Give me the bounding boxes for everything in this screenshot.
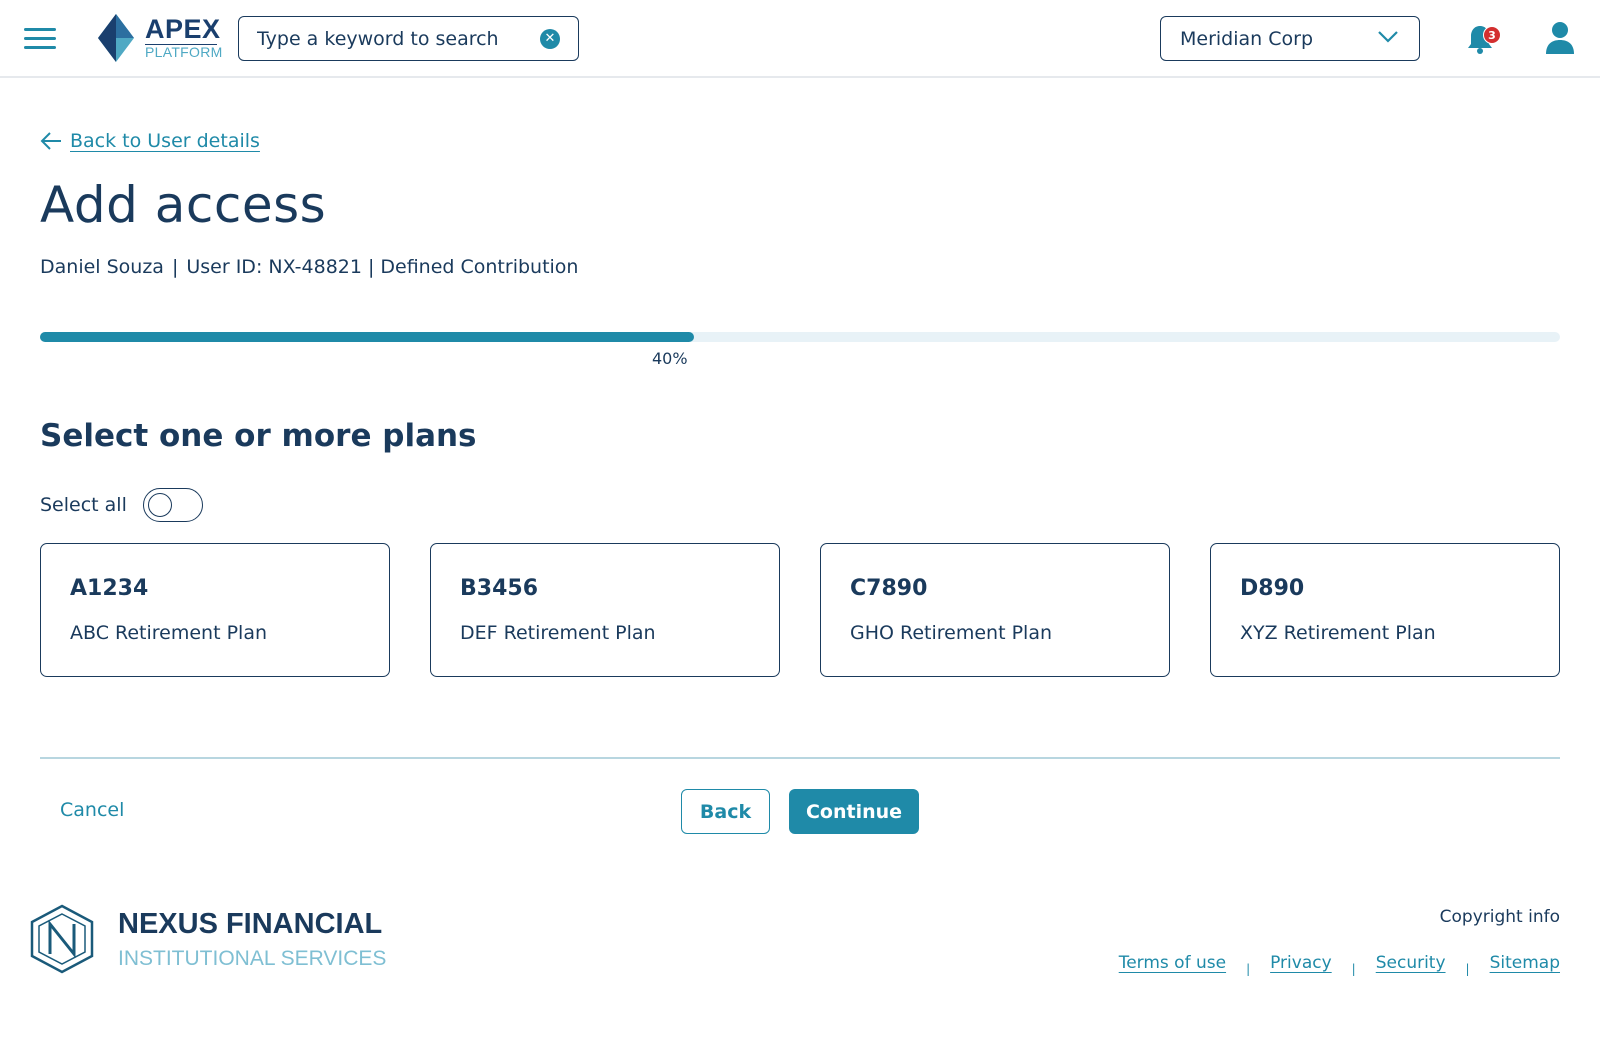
chevron-down-icon [1378,31,1398,43]
apex-platform-logo[interactable]: APEX PLATFORM [98,14,228,64]
search-box: ✕ [238,16,579,61]
nexus-brand-name: NEXUS FINANCIAL [118,908,383,940]
apex-diamond-icon [98,14,134,62]
clear-circle-icon[interactable]: ✕ [540,29,560,49]
footer-link-security[interactable]: Security [1376,953,1446,973]
plan-code: A1234 [70,576,149,601]
plan-card-b3456[interactable]: B3456 DEF Retirement Plan [430,543,780,677]
progress-bar [40,332,1560,342]
plan-name: XYZ Retirement Plan [1240,622,1436,644]
toggle-knob [147,493,172,517]
footer-link-terms[interactable]: Terms of use [1119,953,1226,973]
back-link-label: Back to User details [70,130,260,152]
cancel-button[interactable]: Cancel [60,799,124,821]
plan-name: ABC Retirement Plan [70,622,268,644]
hamburger-menu-icon[interactable] [24,26,56,50]
footer-link-sitemap[interactable]: Sitemap [1490,953,1560,973]
meta-separator: | [367,256,375,278]
search-input[interactable] [257,26,527,52]
top-header: APEX PLATFORM ✕ Meridian Corp 3 [0,0,1600,78]
plan-card-a1234[interactable]: A1234 ABC Retirement Plan [40,543,390,677]
actions-divider [40,757,1560,759]
plan-code: D890 [1240,576,1305,601]
organization-select-value: Meridian Corp [1180,28,1313,50]
apex-brand-sub: PLATFORM [145,44,223,60]
user-name: Daniel Souza [40,256,164,278]
back-button[interactable]: Back [681,789,770,834]
footer-link-separator: | [1246,962,1251,976]
copyright-text: Copyright info [1439,907,1560,927]
plan-card-c7890[interactable]: C7890 GHO Retirement Plan [820,543,1170,677]
plan-name: DEF Retirement Plan [460,622,656,644]
user-id: User ID: NX-48821 [186,256,362,278]
progress-percent-label: 40% [652,349,688,368]
back-to-user-details-link[interactable]: Back to User details [40,130,260,152]
footer-links: Terms of use | Privacy | Security | Site… [1119,953,1560,976]
section-title: Select one or more plans [40,418,477,454]
select-all-toggle[interactable] [142,488,203,522]
page-title: Add access [40,176,327,234]
footer-link-separator: | [1465,962,1470,976]
continue-button[interactable]: Continue [789,789,919,834]
footer-link-separator: | [1351,962,1356,976]
arrow-left-icon [40,132,61,150]
apex-brand-name: APEX [145,14,221,44]
plan-code: C7890 [850,576,928,601]
notifications-button[interactable]: 3 [1466,22,1501,56]
user-profile-icon[interactable] [1544,20,1576,56]
select-all-label: Select all [40,494,127,516]
progress-bar-fill [40,332,694,342]
user-profile-icon-glyph [1546,22,1574,54]
footer-link-privacy[interactable]: Privacy [1270,953,1332,973]
plan-card-d890[interactable]: D890 XYZ Retirement Plan [1210,543,1560,677]
nexus-brand-sub: INSTITUTIONAL SERVICES [118,947,387,970]
plan-name: GHO Retirement Plan [850,622,1053,644]
notification-count-badge: 3 [1483,26,1501,44]
organization-select[interactable]: Meridian Corp [1160,16,1420,61]
plan-type: Defined Contribution [380,256,579,278]
user-meta: Daniel Souza | User ID: NX-48821 | Defined C… [40,256,578,278]
plan-code: B3456 [460,576,538,601]
nexus-hexagon-logo-icon [30,904,94,974]
meta-separator: | [171,256,179,278]
select-all-row: Select all [40,488,203,522]
